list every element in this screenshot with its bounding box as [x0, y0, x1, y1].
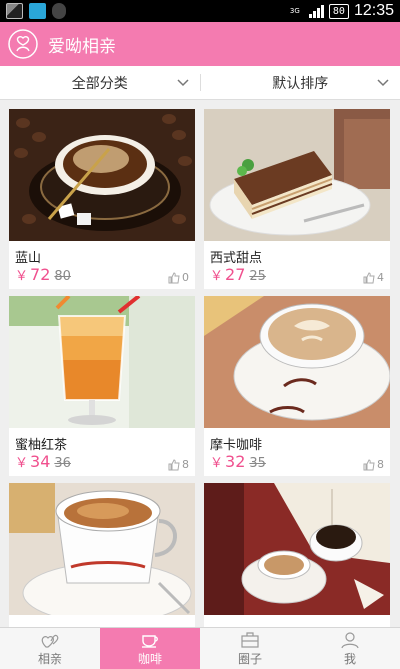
coffee-cup-icon — [142, 634, 158, 648]
app-title: 爱呦相亲 — [48, 36, 116, 57]
like-counter[interactable]: 0 — [168, 271, 189, 284]
product-price: 34 — [30, 452, 51, 471]
product-card[interactable]: 西式甜点 ￥ 27 25 4 — [204, 109, 390, 289]
product-card[interactable] — [204, 483, 390, 627]
thumbs-up-icon — [363, 271, 375, 283]
clock: 12:35 — [353, 2, 394, 19]
tab-dating[interactable]: 相亲 — [0, 628, 100, 669]
product-image-coffee — [9, 483, 195, 615]
bottom-nav: 相亲 咖啡 圈子 我 — [0, 627, 400, 669]
thumbs-up-icon — [168, 458, 180, 470]
product-image-pomelo-tea — [9, 296, 195, 428]
app-notification-icon — [52, 3, 66, 19]
price-row: ￥ 27 25 — [210, 265, 266, 284]
sort-filter-label: 默认排序 — [272, 75, 329, 92]
app-header: 爱呦相亲 — [0, 22, 400, 66]
status-system-icons: 3G 80 12:35 — [290, 2, 394, 20]
product-card[interactable]: 蓝山 ￥ 72 80 0 — [9, 109, 195, 289]
product-price: 72 — [30, 265, 51, 284]
product-name: 蜜柚红茶 — [15, 438, 68, 453]
like-counter[interactable]: 8 — [363, 458, 384, 471]
product-grid: 蓝山 ￥ 72 80 0 西式甜点 ￥ 27 25 4 蜜柚红茶 ￥ 34 36… — [0, 100, 400, 627]
product-price: 27 — [225, 265, 246, 284]
thumbs-up-icon — [168, 271, 180, 283]
tab-circle[interactable]: 圈子 — [200, 628, 300, 669]
category-filter-label: 全部分类 — [71, 75, 128, 92]
currency-symbol: ￥ — [15, 456, 29, 471]
tab-label: 我 — [343, 651, 356, 666]
app-logo-icon — [8, 29, 38, 59]
tab-coffee[interactable]: 咖啡 — [100, 628, 200, 669]
tab-label: 咖啡 — [137, 651, 162, 666]
product-original-price: 80 — [54, 269, 71, 284]
price-row: ￥ 72 80 — [15, 265, 71, 284]
price-row: ￥ 32 35 — [210, 452, 266, 471]
signal-icon — [308, 4, 324, 18]
currency-symbol: ￥ — [15, 269, 29, 284]
like-count: 8 — [182, 458, 189, 471]
thumbs-up-icon — [363, 458, 375, 470]
product-image-blue-mountain — [9, 109, 195, 241]
product-original-price: 35 — [249, 456, 266, 471]
hearts-icon — [41, 634, 59, 648]
tab-me[interactable]: 我 — [300, 628, 400, 669]
product-card[interactable] — [9, 483, 195, 627]
chevron-down-icon — [377, 79, 389, 87]
like-counter[interactable]: 8 — [168, 458, 189, 471]
like-count: 0 — [182, 271, 189, 284]
product-image-latte-book — [204, 483, 390, 615]
currency-symbol: ￥ — [210, 456, 224, 471]
product-card[interactable]: 蜜柚红茶 ￥ 34 36 8 — [9, 296, 195, 476]
product-original-price: 36 — [54, 456, 71, 471]
product-card[interactable]: 摩卡咖啡 ￥ 32 35 8 — [204, 296, 390, 476]
briefcase-icon — [241, 631, 259, 648]
filter-bar: 全部分类 默认排序 — [0, 66, 400, 100]
price-row: ￥ 34 36 — [15, 452, 71, 471]
category-filter[interactable]: 全部分类 — [0, 66, 200, 99]
product-name: 西式甜点 — [210, 251, 263, 266]
product-name: 蓝山 — [15, 251, 42, 266]
battery-level: 80 — [328, 3, 349, 19]
product-image-dessert — [204, 109, 390, 241]
sort-filter[interactable]: 默认排序 — [201, 66, 400, 99]
product-image-mocha — [204, 296, 390, 428]
sd-card-icon — [6, 3, 23, 19]
like-count: 4 — [377, 271, 384, 284]
tab-label: 相亲 — [37, 651, 62, 666]
status-notification-icons — [6, 3, 66, 19]
status-bar: 3G 80 12:35 — [0, 0, 400, 22]
person-icon — [341, 631, 359, 648]
network-type: 3G — [289, 6, 300, 15]
product-price: 32 — [225, 452, 246, 471]
chevron-down-icon — [176, 79, 189, 87]
product-original-price: 25 — [249, 269, 266, 284]
like-counter[interactable]: 4 — [363, 271, 384, 284]
qq-icon — [29, 3, 46, 19]
product-name: 摩卡咖啡 — [210, 438, 263, 453]
like-count: 8 — [377, 458, 384, 471]
currency-symbol: ￥ — [210, 269, 224, 284]
tab-label: 圈子 — [237, 651, 262, 666]
